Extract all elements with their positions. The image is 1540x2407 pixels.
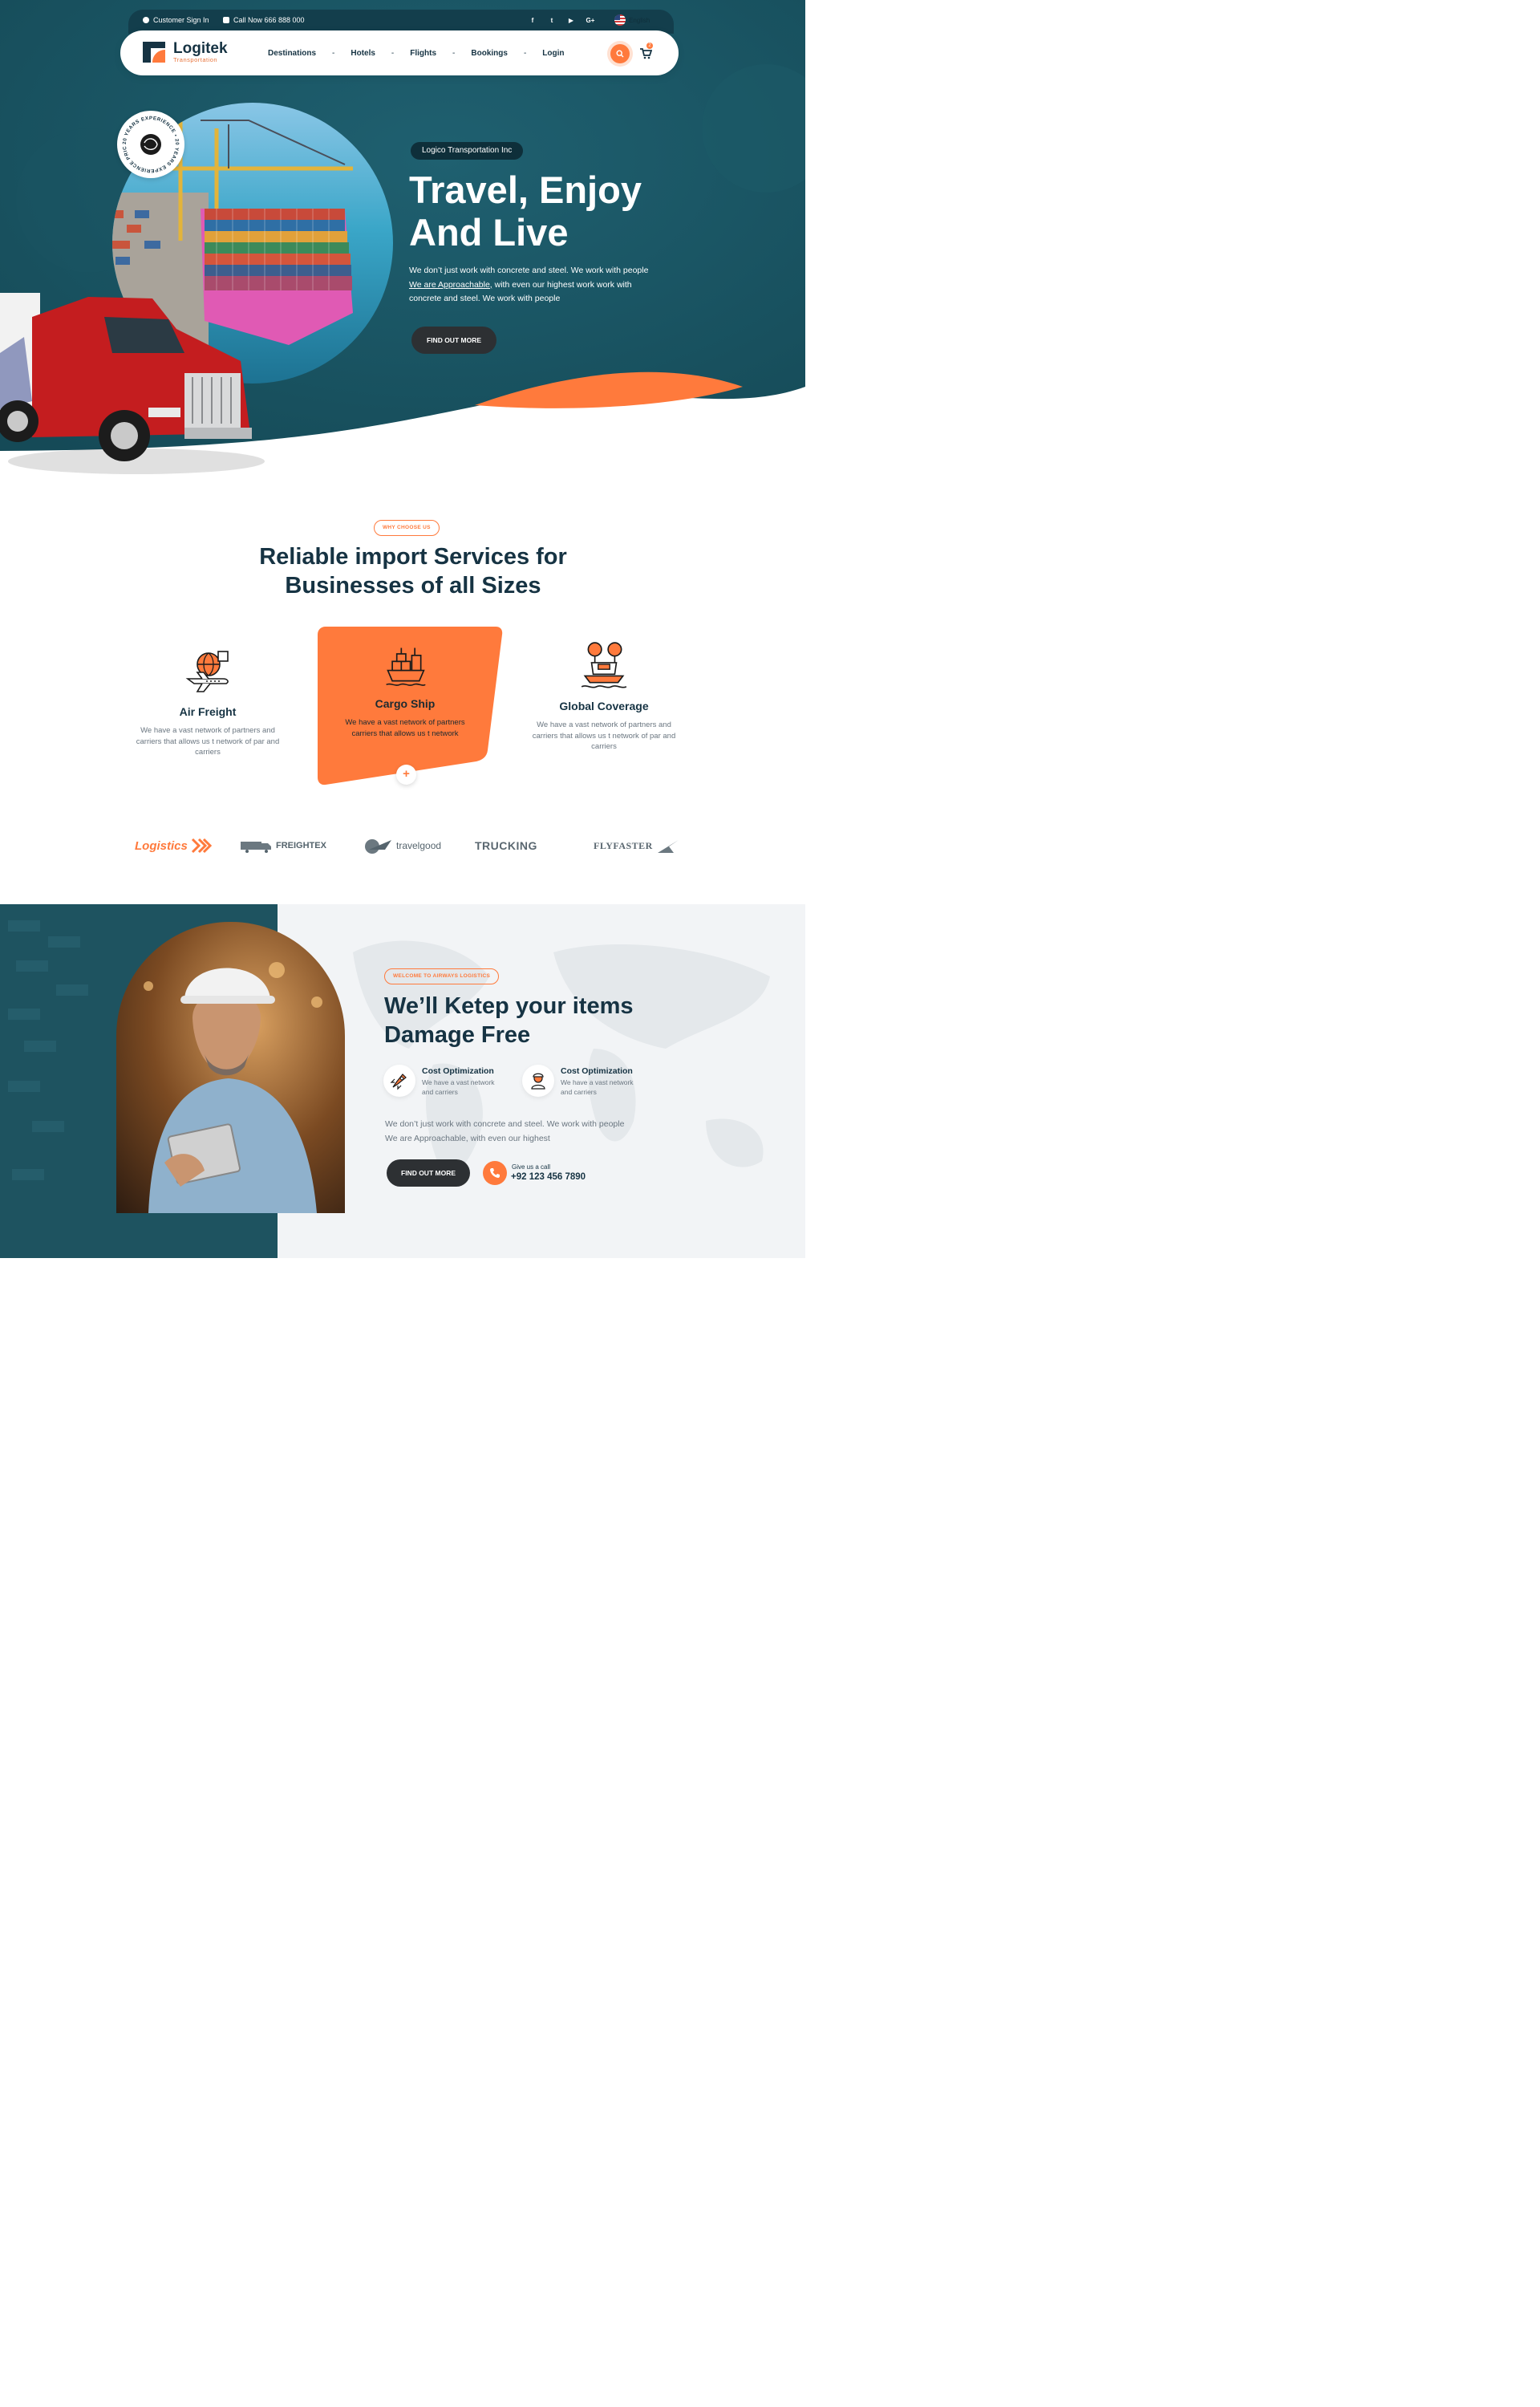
brand-name: Logitek [173,39,228,57]
travelgood-logo[interactable]: travelgood [361,831,441,860]
freight-truck-icon [241,842,271,853]
travelgood-logo-text: travelgood [396,840,442,851]
services-heading: Reliable import Services for Businesses … [209,542,618,600]
feature-title: Cost Optimization [422,1066,494,1076]
freightex-logo-text: FREIGHTEX [276,841,326,850]
damage-text-line2: We are Approachable, with even our highe… [385,1133,550,1143]
site-logo[interactable]: Logitek Transportation [141,40,228,64]
global-coverage-icon [581,642,627,688]
customer-sign-in-label: Customer Sign In [153,16,209,24]
damage-text-line1: We don’t just work with concrete and ste… [385,1119,625,1129]
feature-cost-optimization-2: Cost Optimization We have a vast network… [522,1065,641,1097]
nav-separator: - [523,49,527,58]
company-pill: Logico Transportation Inc [411,142,524,160]
feature-cost-optimization-1: Cost Optimization We have a vast network… [383,1065,502,1097]
nav-separator: - [332,49,335,58]
approachable-link[interactable]: We are Approachable, [409,280,492,290]
nav-flights[interactable]: Flights [410,49,436,58]
social-links: f t ▶ G+ [528,16,595,26]
hero-text-line3: concrete and steel. We work with people [409,294,561,303]
nav-hotels[interactable]: Hotels [351,49,375,58]
hero-text-line2: with even our highest work work with [492,279,632,290]
call-now-link[interactable]: Call Now 666 888 000 [223,16,305,24]
search-button[interactable] [610,44,630,63]
service-description: We have a vast network of partners and c… [532,720,676,751]
engineer-photo [116,922,345,1213]
flyfaster-logo[interactable]: FLYFASTER [594,831,680,860]
welcome-tag: WELCOME TO AIRWAYS LOGISTICS [384,968,500,984]
arrow-plane-icon [657,840,679,853]
services-heading-line1: Reliable import Services for [259,544,567,570]
damage-heading-line1: We’ll Ketep your items [384,993,634,1019]
service-card-global-coverage[interactable]: Global Coverage We have a vast network o… [526,639,682,753]
give-us-a-call-label: Give us a call [512,1163,551,1171]
phone-icon [223,17,229,23]
flyfaster-logo-text: FLYFASTER [594,839,653,851]
brand-tagline: Transportation [173,55,218,63]
damage-heading-line2: Damage Free [384,1022,531,1048]
hero-title-line1: Travel, Enjoy [409,168,642,211]
rocket-icon [383,1065,415,1097]
call-now-label: Call Now 666 888 000 [233,16,305,24]
logistics-logo[interactable]: Logistics [135,831,212,860]
language-label: English [629,16,650,24]
service-title: Cargo Ship [375,697,436,710]
us-flag-icon [614,14,626,26]
trucking-logo[interactable]: TRUCKING [475,831,537,860]
engineer-illustration [116,922,345,1213]
experience-badge: 20 YEARS EXPERIENCE • 20 YEARS EXPERIENC… [117,111,184,178]
twitter-icon[interactable]: t [547,16,557,26]
nav-bookings[interactable]: Bookings [471,49,508,58]
logistics-logo-text: Logistics [135,838,188,853]
main-navbar: Logitek Transportation Destinations - Ho… [120,30,679,75]
damage-free-section: WELCOME TO AIRWAYS LOGISTICS We’ll Ketep… [0,904,805,1258]
hero-description: We don’t just work with concrete and ste… [409,264,674,306]
customer-sign-in-link[interactable]: Customer Sign In [143,16,209,24]
facebook-icon[interactable]: f [528,16,537,26]
nav-login[interactable]: Login [542,49,564,58]
why-choose-us-tag: WHY CHOOSE US [374,520,440,536]
hero-section: 20 YEARS EXPERIENCE • 20 YEARS EXPERIENC… [0,0,805,481]
feature-title: Cost Optimization [561,1066,633,1076]
logo-mark-icon [143,42,165,63]
worker-icon [522,1065,554,1097]
nav-destinations[interactable]: Destinations [268,49,316,58]
feature-description: We have a vast network and carriers [561,1078,634,1096]
phone-number[interactable]: +92 123 456 7890 [511,1172,586,1182]
service-description: We have a vast network of partners carri… [345,718,465,738]
service-title: Air Freight [179,705,237,718]
damage-free-heading: We’ll Ketep your items Damage Free [384,992,673,1049]
damage-find-out-more-button[interactable]: FIND OUT MORE [387,1159,470,1187]
hero-text-line1: We don’t just work with concrete and ste… [409,266,649,275]
phone-call-button[interactable] [483,1161,507,1185]
cart-count-badge: 2 [646,43,653,49]
hero-title: Travel, Enjoy And Live [409,168,714,254]
user-icon [143,17,149,23]
hero-find-out-more-button[interactable]: FIND OUT MORE [411,327,496,354]
chevrons-icon [191,838,212,854]
cargo-ship-icon [386,647,426,686]
primary-nav: Destinations - Hotels - Flights - Bookin… [268,49,565,58]
youtube-icon[interactable]: ▶ [566,16,576,26]
service-title: Global Coverage [559,700,649,712]
air-freight-icon [185,651,229,692]
hero-title-line2: And Live [409,211,569,254]
service-card-cargo-ship[interactable]: Cargo Ship We have a vast network of par… [337,642,473,739]
service-description: We have a vast network of partners and c… [136,726,280,757]
damage-description: We don’t just work with concrete and ste… [385,1118,650,1146]
expand-plus-button[interactable]: + [396,765,416,785]
nav-separator: - [391,49,395,58]
service-card-air-freight[interactable]: Air Freight We have a vast network of pa… [130,647,286,758]
services-heading-line2: Businesses of all Sizes [285,573,541,599]
google-plus-icon[interactable]: G+ [586,16,595,26]
search-icon [616,50,624,58]
plane-globe-icon [365,839,391,854]
feature-description: We have a vast network and carriers [422,1078,495,1096]
language-selector[interactable]: English [614,14,650,26]
phone-icon [490,1168,500,1178]
freightex-logo[interactable]: FREIGHTEX [241,831,326,860]
nav-separator: - [452,49,456,58]
trucking-logo-text: TRUCKING [475,839,537,852]
partner-logos: Logistics FREIGHTEX travelgood TRUCKING … [135,831,680,860]
